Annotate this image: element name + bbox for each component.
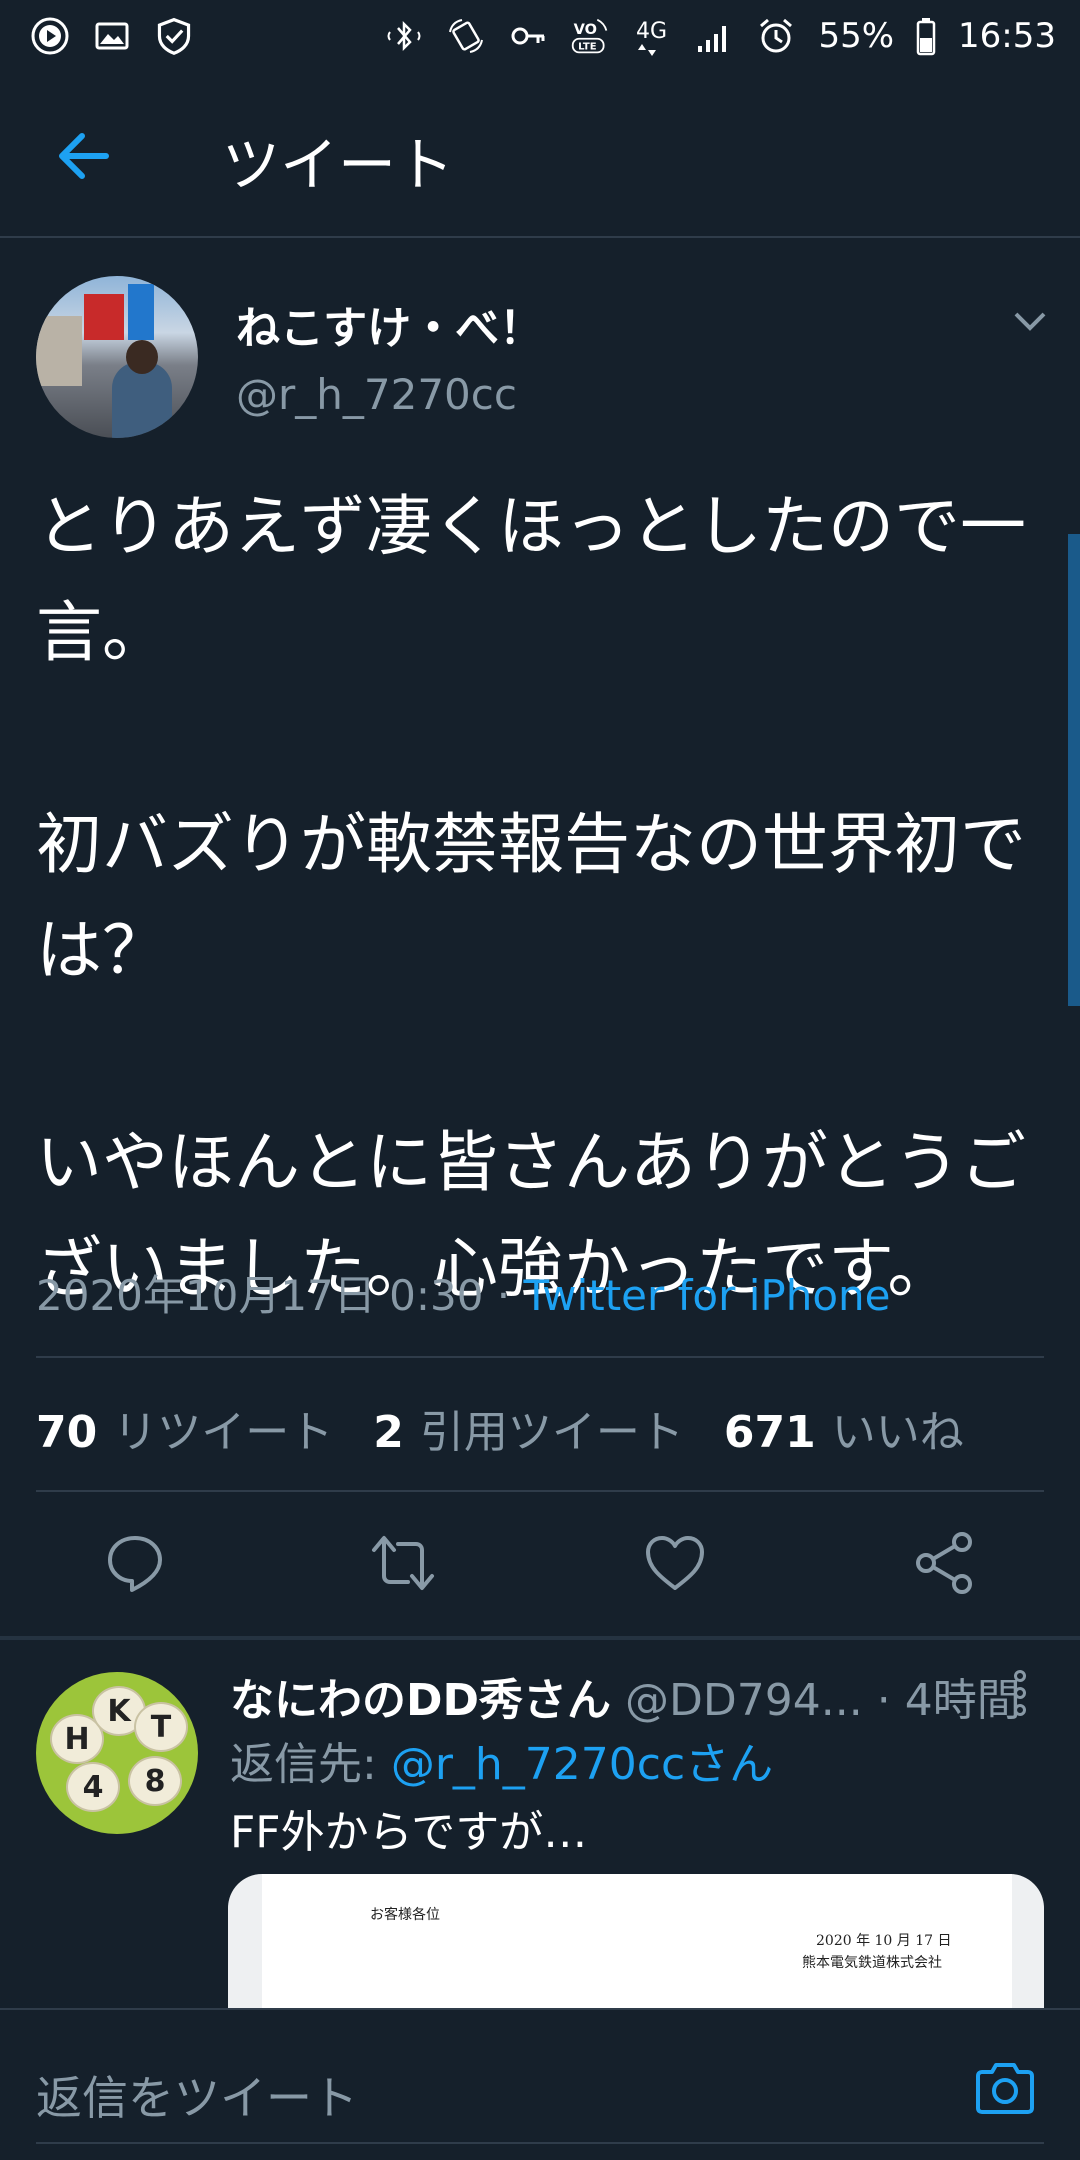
more-vertical-icon[interactable] (1006, 1668, 1034, 1718)
reply-to-prefix: 返信先: (230, 1739, 391, 1790)
divider (36, 1356, 1044, 1358)
doc-date: 2020 年 10 月 17 日 (816, 1933, 952, 1949)
svg-text:VO: VO (574, 22, 597, 38)
avatar-sign-blue (128, 284, 154, 340)
meta-separator: · (483, 1271, 524, 1320)
shield-check-icon (154, 16, 194, 56)
avatar-letter: T (134, 1702, 188, 1752)
play-icon (30, 16, 70, 56)
doc-salutation: お客様各位 (370, 1907, 440, 1923)
status-bar-right: VO LTE 4G 55% 16:53 (384, 16, 1056, 56)
avatar-sign-red (84, 294, 124, 340)
svg-text:LTE: LTE (579, 42, 598, 53)
section-divider (0, 1636, 1080, 1640)
battery-icon (916, 16, 936, 56)
svg-text:4G: 4G (636, 19, 667, 44)
image-icon (92, 16, 132, 56)
reply-text: FF外からですが… (230, 1807, 588, 1858)
reply-author-name[interactable]: なにわのDD秀さん (230, 1675, 611, 1726)
author-avatar[interactable] (36, 276, 198, 438)
tweet-actions (0, 1530, 1080, 1596)
reply-image-card[interactable]: お客様各位 2020 年 10 月 17 日 熊本電気鉄道株式会社 (228, 1874, 1044, 2014)
status-bar-left (30, 16, 194, 56)
retweets-stat[interactable]: 70 リツイート (36, 1396, 333, 1460)
divider (36, 1490, 1044, 1492)
doc-company: 熊本電気鉄道株式会社 (802, 1955, 942, 1971)
app-header: ツイート (0, 72, 1080, 238)
avatar-building (36, 316, 82, 386)
tweet-text: とりあえず凄くほっとしたので一 言。 初バズりが軟禁報告なの世界初で は？ いや… (36, 488, 1026, 1307)
like-heart-icon[interactable] (642, 1530, 708, 1596)
retweets-label: リツイート (113, 1407, 334, 1458)
chevron-down-icon[interactable] (1010, 306, 1050, 336)
quotes-stat[interactable]: 2 引用ツイート (373, 1396, 684, 1460)
network-4g-icon: 4G (632, 16, 672, 56)
reply-icon[interactable] (102, 1530, 168, 1596)
battery-percent: 55% (818, 16, 895, 56)
reply-to: 返信先: @r_h_7270ccさん (230, 1728, 773, 1792)
avatar-head (126, 340, 158, 374)
share-icon[interactable] (912, 1530, 978, 1596)
bluetooth-icon (384, 16, 424, 56)
rotate-icon (446, 16, 486, 56)
signal-icon (694, 16, 734, 56)
scrollbar[interactable] (1068, 534, 1080, 1006)
camera-icon[interactable] (974, 2060, 1036, 2116)
volte-icon: VO LTE (570, 16, 610, 56)
tweet-timestamp: 2020年10月17日 0:30 (36, 1271, 484, 1320)
author-handle[interactable]: @r_h_7270cc (236, 370, 517, 419)
author-name[interactable]: ねこすけ・べ！ (236, 292, 543, 356)
likes-stat[interactable]: 671 いいね (724, 1396, 964, 1460)
avatar-letter: 8 (128, 1756, 182, 1806)
page-title: ツイート (222, 131, 455, 199)
likes-label: いいね (831, 1407, 964, 1458)
reply-to-user-link[interactable]: @r_h_7270ccさん (391, 1739, 773, 1790)
quotes-count: 2 (373, 1407, 404, 1458)
key-icon (508, 16, 548, 56)
tweet-meta: 2020年10月17日 0:30 · Twitter for iPhone (36, 1262, 891, 1323)
clock: 16:53 (958, 16, 1056, 56)
tweet-stats: 70 リツイート 2 引用ツイート 671 いいね (36, 1396, 964, 1460)
likes-count: 671 (723, 1407, 816, 1458)
reply-input[interactable]: 返信をツイート (36, 2062, 358, 2128)
retweet-icon[interactable] (370, 1530, 436, 1596)
back-arrow-icon[interactable] (52, 124, 116, 188)
tweet-source-link[interactable]: Twitter for iPhone (524, 1271, 891, 1320)
reply-avatar[interactable]: H K T 4 8 (36, 1672, 198, 1834)
input-underline (36, 2142, 1044, 2144)
status-bar: VO LTE 4G 55% 16:53 (0, 0, 1080, 72)
avatar-letter: 4 (66, 1762, 120, 1812)
reply-header: なにわのDD秀さん @DD794... · 4時間 (230, 1664, 1021, 1728)
quotes-label: 引用ツイート (419, 1407, 684, 1458)
reply-author-handle[interactable]: @DD794... (625, 1675, 863, 1726)
reply-time: · 4時間 (876, 1675, 1021, 1726)
alarm-icon (756, 16, 796, 56)
retweets-count: 70 (36, 1407, 98, 1458)
reply-compose-bar: 返信をツイート (0, 2008, 1080, 2160)
document-image: お客様各位 2020 年 10 月 17 日 熊本電気鉄道株式会社 (262, 1874, 1012, 2014)
